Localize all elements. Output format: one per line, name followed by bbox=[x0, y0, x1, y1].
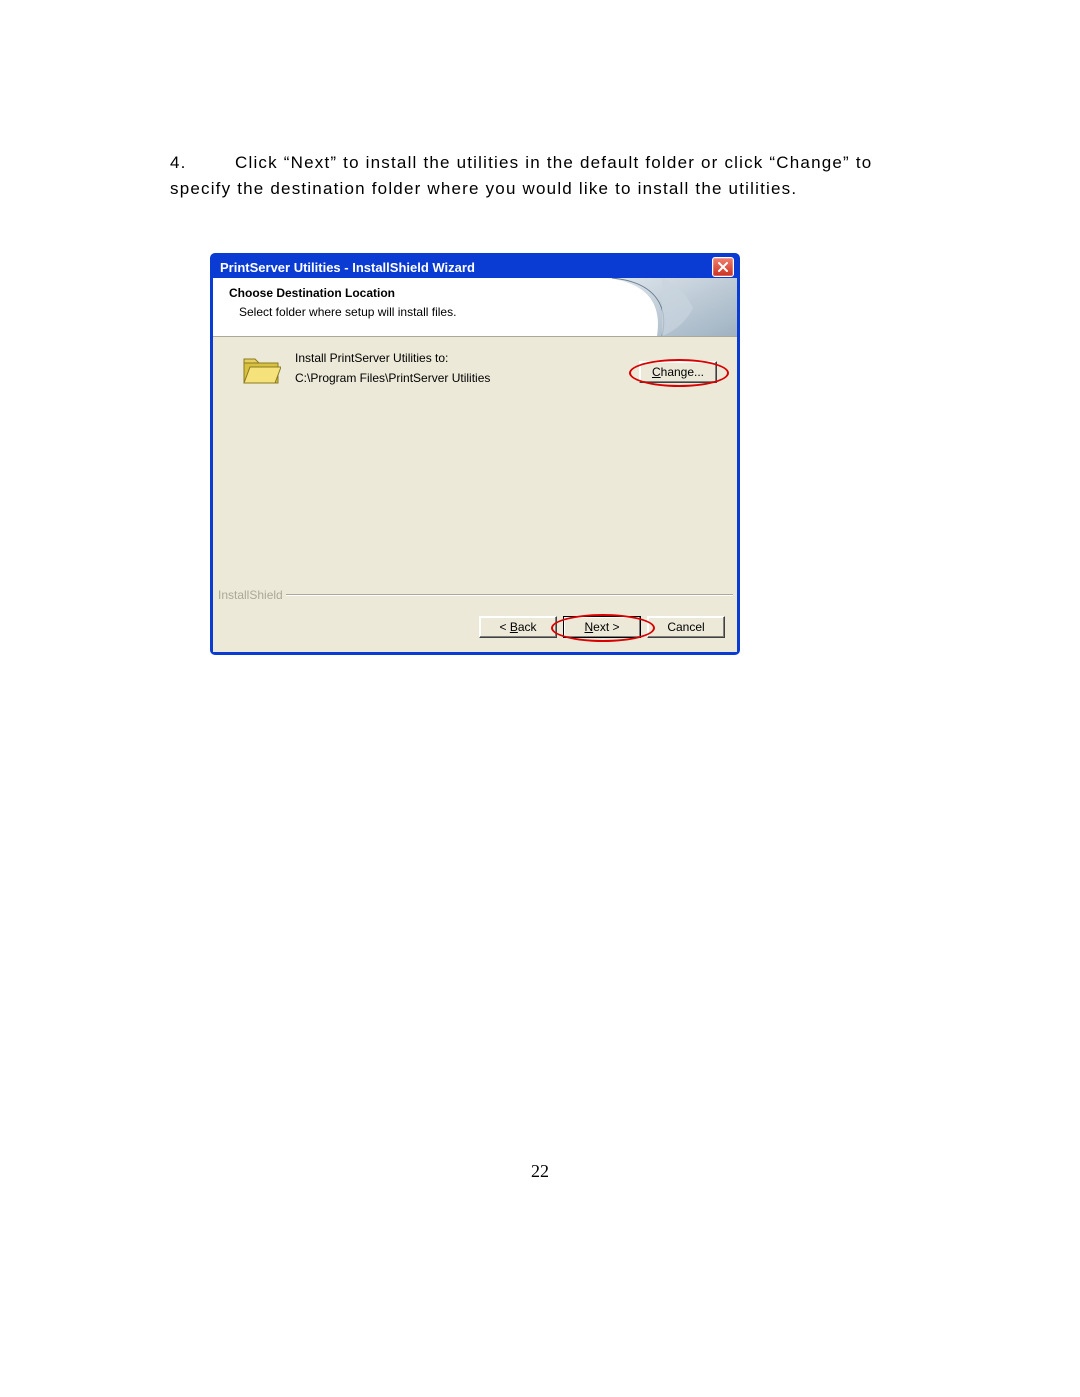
installshield-label: InstallShield bbox=[215, 588, 286, 602]
change-button-wrap: Change... bbox=[639, 361, 717, 383]
back-button[interactable]: < Back bbox=[479, 616, 557, 638]
step-number: 4. bbox=[170, 150, 235, 176]
install-path: C:\Program Files\PrintServer Utilities bbox=[295, 371, 490, 385]
instruction-paragraph: 4.Click “Next” to install the utilities … bbox=[170, 150, 910, 201]
dialog-subheading: Select folder where setup will install f… bbox=[239, 305, 456, 319]
folder-icon bbox=[241, 353, 281, 387]
footer-buttons: < Back Next > Cancel bbox=[479, 616, 725, 638]
dialog-heading: Choose Destination Location bbox=[229, 286, 395, 300]
body-area: Install PrintServer Utilities to: C:\Pro… bbox=[213, 337, 737, 595]
cancel-button[interactable]: Cancel bbox=[647, 616, 725, 638]
window-title: PrintServer Utilities - InstallShield Wi… bbox=[220, 260, 712, 275]
header-band: Choose Destination Location Select folde… bbox=[213, 278, 737, 337]
step-text: Click “Next” to install the utilities in… bbox=[170, 153, 872, 198]
install-to-label: Install PrintServer Utilities to: bbox=[295, 351, 448, 365]
titlebar[interactable]: PrintServer Utilities - InstallShield Wi… bbox=[213, 256, 737, 278]
page-number: 22 bbox=[0, 1161, 1080, 1182]
next-button[interactable]: Next > bbox=[563, 616, 641, 638]
close-button[interactable] bbox=[712, 257, 734, 277]
footer-separator bbox=[217, 594, 733, 596]
installer-window: PrintServer Utilities - InstallShield Wi… bbox=[210, 253, 740, 655]
change-button[interactable]: Change... bbox=[639, 361, 717, 383]
banner-graphic bbox=[607, 278, 737, 336]
close-icon bbox=[717, 261, 729, 273]
client-area: Choose Destination Location Select folde… bbox=[213, 278, 737, 652]
